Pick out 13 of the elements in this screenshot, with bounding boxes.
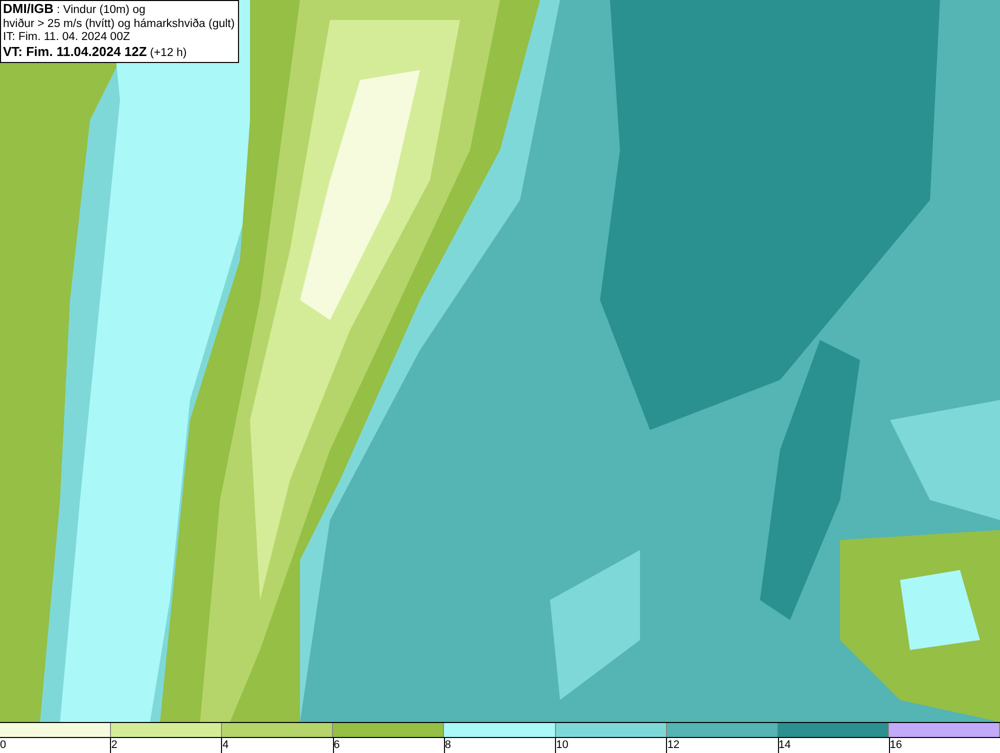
colorbar-label: 12 <box>667 739 680 751</box>
colorbar-label: 0 <box>0 739 6 751</box>
legend-text: DMI/IGB : Vindur (10m) og <box>3 2 146 18</box>
colorbar-label: 2 <box>111 739 118 751</box>
colorbar-label: 4 <box>222 739 229 751</box>
colorbar-label: 10 <box>556 739 568 751</box>
colorbar-label: 14 <box>778 739 791 751</box>
legend-text: hviður > 25 m/s (hvítt) og hámarkshviða (gult) <box>3 18 235 31</box>
colorbar-label: 6 <box>334 739 340 751</box>
colorbar-label: 16 <box>890 739 902 751</box>
legend-text: IT: Fim. 11. 04. 2024 00Z <box>3 31 131 44</box>
legend-text: VT: Fim. 11.04.2024 12Z (+12 h) <box>3 44 188 60</box>
colorbar-label: 8 <box>444 739 451 751</box>
